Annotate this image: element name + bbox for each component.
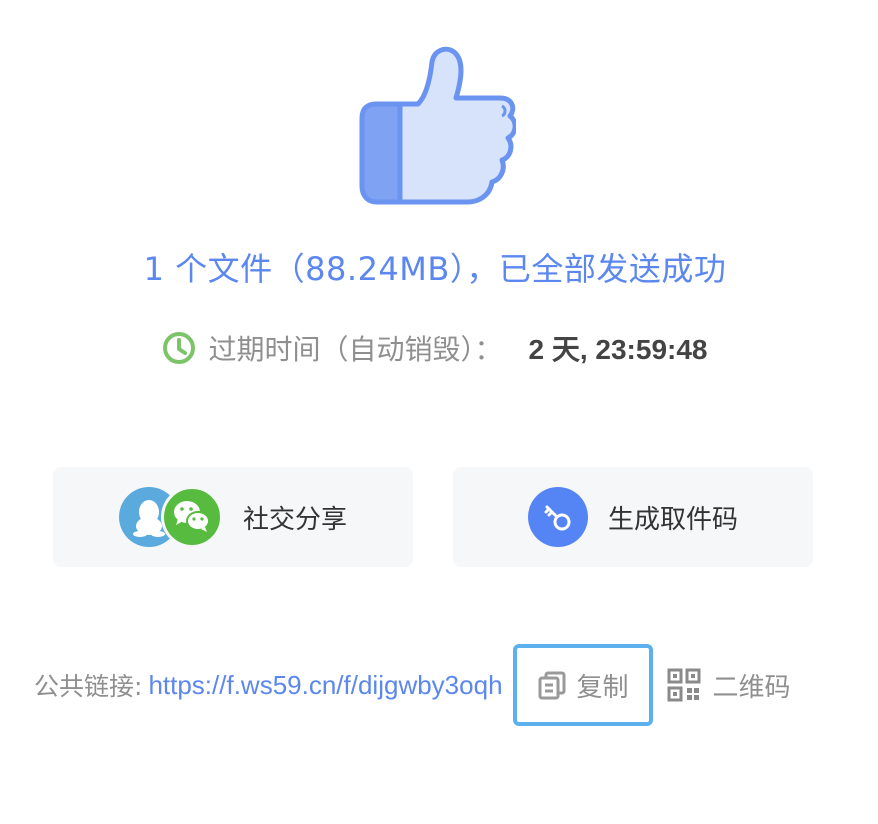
send-result-headline: 1 个文件（88.24MB），已全部发送成功	[143, 250, 727, 288]
generate-pickup-code-button[interactable]: 生成取件码	[453, 467, 813, 567]
wechat-icon	[160, 486, 223, 548]
share-icons	[118, 486, 223, 548]
thumbs-up-icon	[352, 44, 518, 208]
expire-row: 过期时间（自动销毁）： 2 天, 23:59:48	[0, 328, 870, 368]
expire-countdown: 2 天, 23:59:48	[528, 334, 708, 365]
copy-link-button[interactable]: 复制	[512, 644, 653, 726]
key-icon	[527, 487, 588, 547]
qr-code-button[interactable]: 二维码	[667, 667, 791, 704]
public-link-row: 公共链接: https://f.ws59.cn/f/dijgwby3oqh 复制	[34, 643, 854, 727]
expire-label: 过期时间（自动销毁）：	[208, 333, 503, 366]
social-share-label: 社交分享	[242, 504, 347, 535]
copy-label: 复制	[576, 672, 629, 703]
generate-pickup-code-label: 生成取件码	[607, 504, 738, 535]
public-link-url[interactable]: https://f.ws59.cn/f/dijgwby3oqh	[148, 670, 502, 701]
clock-icon	[162, 331, 196, 365]
social-share-button[interactable]: 社交分享	[53, 467, 413, 567]
qr-code-icon	[667, 668, 701, 702]
qr-code-label: 二维码	[712, 672, 791, 703]
public-link-label: 公共链接:	[34, 672, 143, 701]
copy-icon	[537, 670, 567, 700]
